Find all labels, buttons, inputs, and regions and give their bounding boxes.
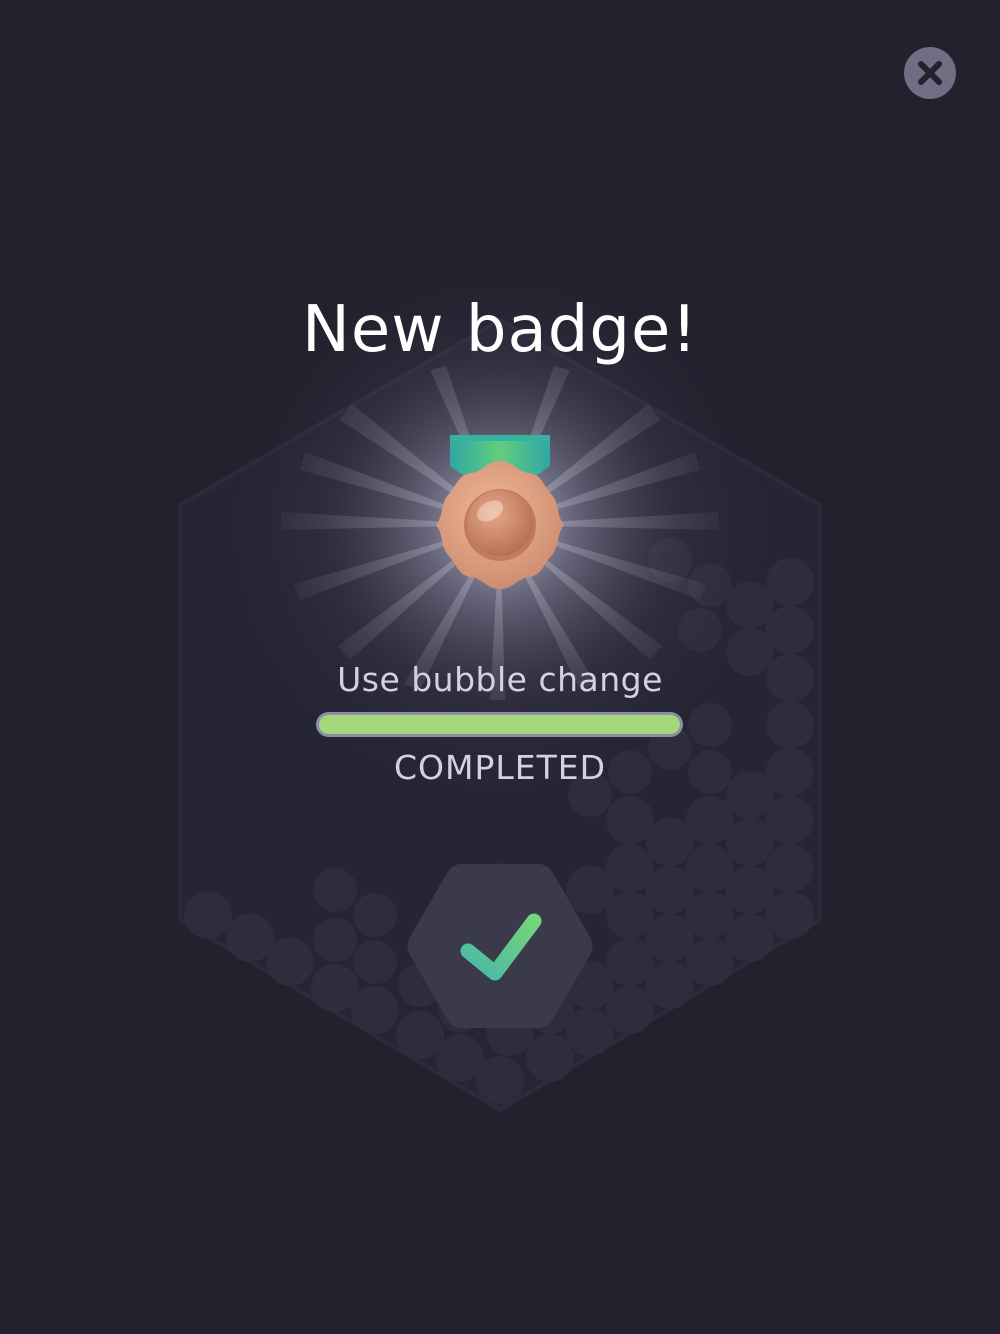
popup-title: New badge! bbox=[301, 293, 699, 367]
badge-status-text: COMPLETED bbox=[393, 748, 607, 787]
badge-progress-bar bbox=[316, 712, 683, 737]
confirm-button[interactable] bbox=[404, 860, 596, 1032]
badge-popup-screen: New badge! Use bubble change COMPLETED bbox=[0, 0, 1000, 1334]
confirm-hexagon-shape bbox=[407, 864, 593, 1028]
close-button[interactable] bbox=[904, 47, 956, 99]
badge-task-label: Use bubble change bbox=[337, 660, 663, 699]
badge-progress-fill bbox=[319, 715, 680, 734]
bronze-medal-icon bbox=[436, 435, 564, 589]
close-x-icon bbox=[918, 61, 942, 85]
